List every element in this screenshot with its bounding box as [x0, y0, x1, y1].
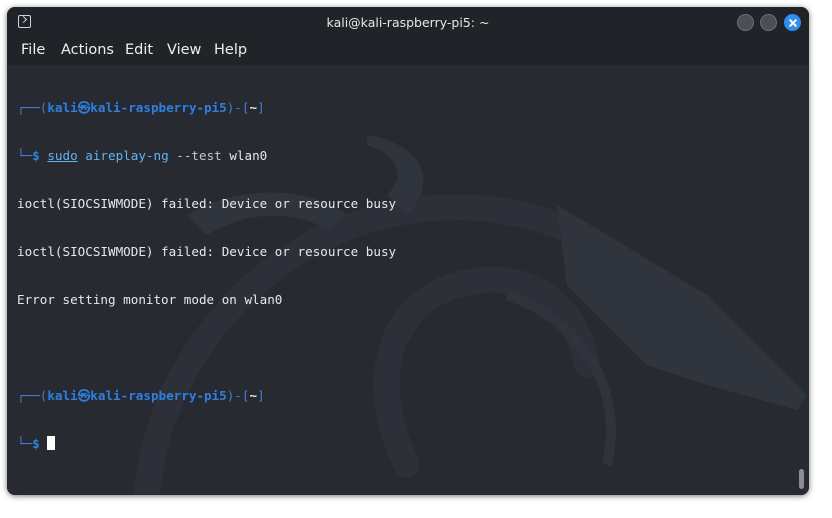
prompt-user: kali: [47, 100, 78, 115]
terminal-output: ┌──(kali㉿kali-raspberry-pi5)-[~] └─$ sud…: [17, 68, 396, 484]
menu-actions[interactable]: Actions: [61, 42, 114, 58]
menu-file[interactable]: File: [21, 42, 45, 58]
prompt-host: kali-raspberry-pi5: [90, 100, 227, 115]
prompt-dollar: $: [32, 148, 48, 163]
menu-view[interactable]: View: [167, 42, 201, 58]
prompt-user: kali: [47, 388, 78, 403]
menu-help[interactable]: Help: [214, 42, 247, 58]
prompt-separator-icon: ㉿: [77, 100, 91, 115]
text-cursor: [47, 436, 56, 450]
input-line[interactable]: └─$: [17, 436, 396, 452]
prompt-dir: ~: [249, 100, 258, 115]
title-bar[interactable]: kali@kali-raspberry-pi5: ~: [7, 7, 809, 39]
command-sudo: sudo: [47, 148, 78, 163]
terminal-window: kali@kali-raspberry-pi5: ~ File Actions …: [7, 7, 809, 495]
prompt-separator-icon: ㉿: [77, 388, 91, 403]
prompt-frame: ]: [257, 100, 265, 115]
prompt-frame: ┌──(: [17, 100, 48, 115]
prompt-dir: ~: [249, 388, 258, 403]
close-button[interactable]: [784, 14, 801, 31]
prompt-frame: └─: [17, 436, 33, 451]
scrollbar-thumb[interactable]: [799, 469, 804, 489]
prompt-frame: └─: [17, 148, 33, 163]
output-line: ioctl(SIOCSIWMODE) failed: Device or res…: [17, 244, 397, 259]
prompt-host: kali-raspberry-pi5: [90, 388, 227, 403]
output-line: Error setting monitor mode on wlan0: [17, 292, 283, 307]
command-line: └─$ sudo aireplay-ng --test wlan0: [17, 148, 396, 164]
menu-edit[interactable]: Edit: [125, 42, 153, 58]
prompt-frame: )-[: [226, 100, 250, 115]
prompt-header-line: ┌──(kali㉿kali-raspberry-pi5)-[~]: [17, 388, 396, 404]
command-target: wlan0: [221, 148, 268, 163]
maximize-button[interactable]: [760, 14, 777, 31]
menu-bar: File Actions Edit View Help: [7, 39, 809, 65]
prompt-frame: ┌──(: [17, 388, 48, 403]
prompt-header-line: ┌──(kali㉿kali-raspberry-pi5)-[~]: [17, 100, 396, 116]
terminal-area[interactable]: ┌──(kali㉿kali-raspberry-pi5)-[~] └─$ sud…: [7, 65, 809, 495]
output-line: ioctl(SIOCSIWMODE) failed: Device or res…: [17, 196, 397, 211]
prompt-frame: ]: [257, 388, 265, 403]
prompt-frame: )-[: [226, 388, 250, 403]
command-args: --test: [168, 148, 222, 163]
command-name: aireplay-ng: [77, 148, 169, 163]
minimize-button[interactable]: [737, 14, 754, 31]
prompt-dollar: $: [32, 436, 48, 451]
window-title: kali@kali-raspberry-pi5: ~: [326, 15, 490, 30]
